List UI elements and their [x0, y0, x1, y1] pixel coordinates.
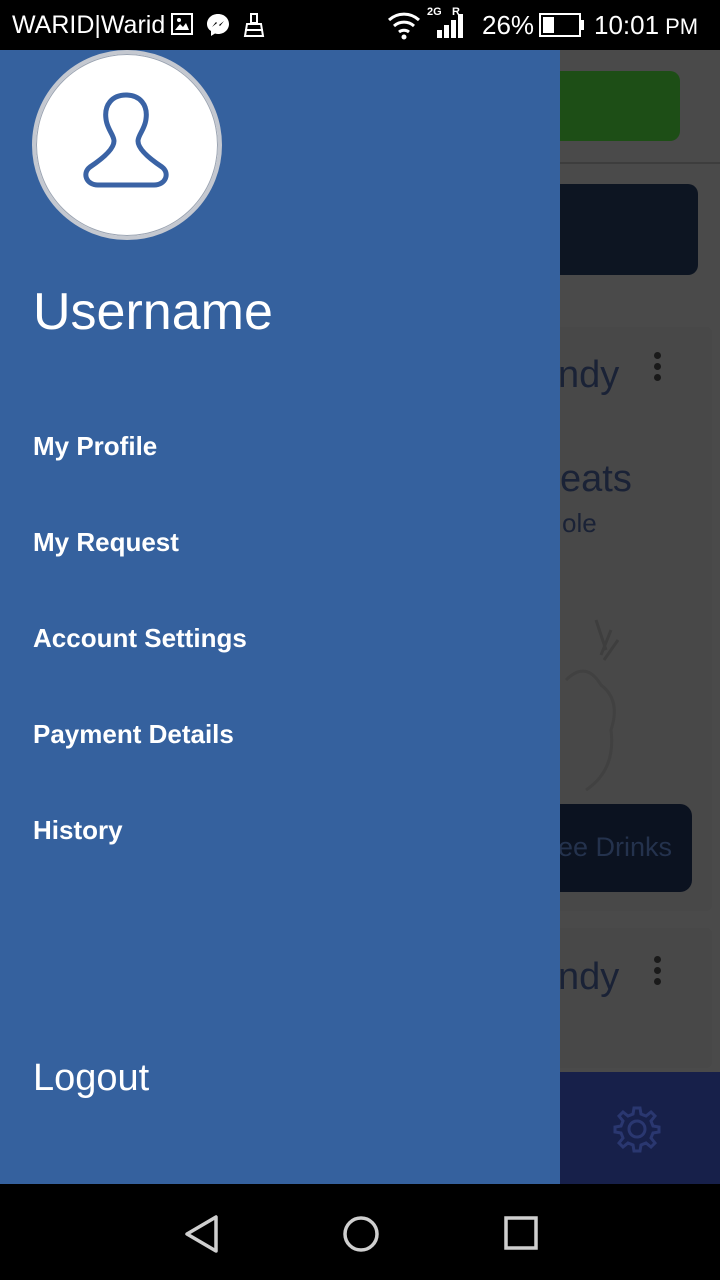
messenger-icon: [205, 12, 231, 43]
more-options-icon: [654, 352, 662, 385]
menu-item-my-profile[interactable]: My Profile: [0, 414, 560, 510]
background-card-heading: eats: [560, 458, 632, 500]
cleaner-icon: [242, 12, 266, 43]
background-card-subtitle: ole: [562, 508, 597, 538]
menu-item-payment-details[interactable]: Payment Details: [0, 702, 560, 798]
background-card-button-label: ee Drinks: [557, 832, 672, 862]
status-bar: WARID|Warid 2G R 26% 10:01 PM: [0, 0, 720, 50]
background-card-title: ndy: [558, 956, 620, 998]
battery-icon: [539, 13, 585, 42]
wifi-icon: [387, 10, 421, 45]
gallery-icon: [170, 12, 194, 41]
user-silhouette-icon: [83, 92, 169, 188]
signal-icon: [437, 14, 465, 43]
menu-item-history[interactable]: History: [0, 798, 560, 894]
clock-time: 10:01: [594, 10, 660, 40]
background-divider: [560, 162, 720, 164]
menu-item-my-request[interactable]: My Request: [0, 510, 560, 606]
system-navigation-bar: [0, 1184, 720, 1280]
home-icon[interactable]: [341, 1214, 381, 1259]
drawer-menu: My Profile My Request Account Settings P…: [0, 414, 560, 894]
back-icon[interactable]: [182, 1214, 222, 1259]
drawer-username: Username: [33, 283, 273, 341]
gear-icon: [612, 1104, 662, 1159]
carrier-name: WARID|Warid: [12, 11, 166, 39]
clock: 10:01 PM: [594, 11, 698, 41]
more-options-icon: [654, 956, 662, 989]
menu-item-account-settings[interactable]: Account Settings: [0, 606, 560, 702]
clock-ampm: PM: [665, 14, 699, 39]
background-card-title: ndy: [558, 354, 620, 396]
battery-percent: 26%: [482, 10, 535, 40]
navigation-drawer: Username My Profile My Request Account S…: [0, 50, 560, 1184]
recents-icon[interactable]: [502, 1214, 542, 1259]
drink-illustration-icon: [556, 610, 636, 805]
logout-button[interactable]: Logout: [33, 1050, 149, 1106]
avatar[interactable]: [32, 50, 222, 240]
